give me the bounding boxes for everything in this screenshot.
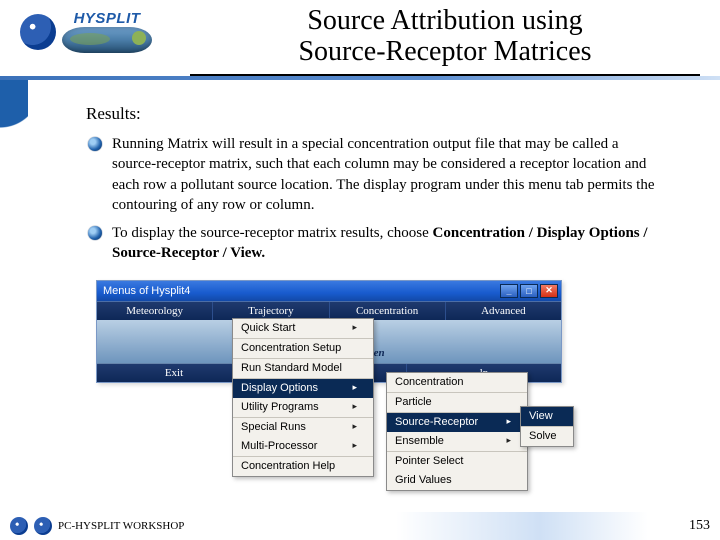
bullet-text-prefix: To display the source-receptor matrix re… bbox=[112, 225, 433, 241]
menu-meteorology[interactable]: Meteorology bbox=[97, 302, 213, 320]
maximize-button[interactable]: □ bbox=[520, 284, 538, 298]
conc-menu-concentration-help[interactable]: Concentration Help bbox=[233, 456, 373, 476]
noaa-logo-icon bbox=[20, 14, 56, 50]
menu-item-label: Special Runs bbox=[241, 421, 306, 433]
title-block: Source Attribution using Source-Receptor… bbox=[190, 4, 700, 76]
bullet-icon bbox=[88, 137, 102, 151]
menu-item-label: Solve bbox=[529, 430, 557, 442]
titlebar: Menus of Hysplit4 _ □ ✕ bbox=[97, 281, 561, 301]
header-blue-rule bbox=[0, 76, 720, 80]
menu-item-label: Run Standard Model bbox=[241, 362, 342, 374]
menu-item-label: Concentration Setup bbox=[241, 342, 341, 354]
menu-item-label: Concentration Help bbox=[241, 460, 335, 472]
menu-item-label: View bbox=[529, 410, 553, 422]
conc-menu-utility-programs[interactable]: Utility Programs ▸ bbox=[233, 398, 373, 417]
sr-menu-view[interactable]: View bbox=[521, 407, 573, 426]
page-number: 153 bbox=[689, 518, 710, 534]
window-controls: _ □ ✕ bbox=[500, 284, 561, 298]
conc-menu-display-options[interactable]: Display Options ▸ bbox=[233, 378, 373, 398]
menu-item-label: Utility Programs bbox=[241, 401, 319, 413]
content-area: Results: Running Matrix will result in a… bbox=[0, 80, 720, 383]
menu-advanced[interactable]: Advanced bbox=[446, 302, 561, 320]
bullet-text: Running Matrix will result in a special … bbox=[112, 134, 660, 215]
footer-logo-2-icon bbox=[34, 517, 52, 535]
page-title: Source Attribution using Source-Receptor… bbox=[190, 6, 700, 68]
display-menu-source-receptor[interactable]: Source-Receptor ▸ bbox=[387, 412, 527, 432]
menu-item-label: Particle bbox=[395, 396, 432, 408]
conc-menu-run-standard-model[interactable]: Run Standard Model bbox=[233, 358, 373, 378]
minimize-button[interactable]: _ bbox=[500, 284, 518, 298]
submenu-arrow-icon: ▸ bbox=[506, 435, 511, 446]
conc-menu-concentration-setup[interactable]: Concentration Setup bbox=[233, 338, 373, 358]
list-item: Running Matrix will result in a special … bbox=[88, 134, 660, 215]
screenshot-wrapper: Menus of Hysplit4 _ □ ✕ Meteorology Traj… bbox=[92, 280, 558, 383]
display-menu-concentration[interactable]: Concentration bbox=[387, 373, 527, 392]
display-menu-pointer-select[interactable]: Pointer Select bbox=[387, 451, 527, 471]
globe-icon bbox=[62, 27, 152, 53]
footer-text: PC-HYSPLIT WORKSHOP bbox=[58, 520, 184, 532]
bullet-text: To display the source-receptor matrix re… bbox=[112, 223, 660, 264]
conc-menu-special-runs[interactable]: Special Runs ▸ bbox=[233, 417, 373, 437]
slide-footer: PC-HYSPLIT WORKSHOP 153 bbox=[0, 512, 720, 540]
menu-item-label: Multi-Processor bbox=[241, 440, 317, 452]
title-line-1: Source Attribution using bbox=[307, 5, 582, 36]
submenu-arrow-icon: ▸ bbox=[352, 382, 357, 393]
submenu-display-options: ConcentrationParticleSource-Receptor▸Ens… bbox=[386, 372, 528, 491]
bullet-list: Running Matrix will result in a special … bbox=[88, 134, 660, 264]
dropdown-concentration: Quick Start ▸ Concentration Setup Run Stand… bbox=[232, 318, 374, 477]
submenu-source-receptor: View Solve bbox=[520, 406, 574, 447]
display-menu-grid-values[interactable]: Grid Values bbox=[387, 471, 527, 490]
menu-item-label: Grid Values bbox=[395, 474, 452, 486]
sr-menu-solve[interactable]: Solve bbox=[521, 426, 573, 446]
submenu-arrow-icon: ▸ bbox=[506, 416, 511, 427]
menu-item-label: Quick Start bbox=[241, 322, 295, 334]
display-menu-particle[interactable]: Particle bbox=[387, 392, 527, 412]
submenu-arrow-icon: ▸ bbox=[352, 322, 357, 333]
list-item: To display the source-receptor matrix re… bbox=[88, 223, 660, 264]
slide-header: HYSPLIT Source Attribution using Source-… bbox=[0, 0, 720, 80]
close-button[interactable]: ✕ bbox=[540, 284, 558, 298]
title-line-2: Source-Receptor Matrices bbox=[298, 36, 591, 67]
submenu-arrow-icon: ▸ bbox=[352, 421, 357, 432]
menu-item-label: Display Options bbox=[241, 382, 318, 394]
display-menu-ensemble[interactable]: Ensemble ▸ bbox=[387, 432, 527, 451]
bullet-icon bbox=[88, 226, 102, 240]
results-heading: Results: bbox=[86, 104, 660, 124]
footer-left: PC-HYSPLIT WORKSHOP bbox=[10, 517, 184, 535]
menu-item-label: Concentration bbox=[395, 376, 464, 388]
menu-item-label: Pointer Select bbox=[395, 455, 463, 467]
exit-button[interactable]: Exit bbox=[97, 364, 252, 382]
window-title: Menus of Hysplit4 bbox=[103, 285, 190, 297]
conc-menu-multi-processor[interactable]: Multi-Processor ▸ bbox=[233, 437, 373, 456]
submenu-arrow-icon: ▸ bbox=[352, 401, 357, 412]
submenu-arrow-icon: ▸ bbox=[352, 440, 357, 451]
menu-item-label: Source-Receptor bbox=[395, 416, 478, 428]
hysplit-logo: HYSPLIT bbox=[62, 10, 152, 53]
hysplit-label: HYSPLIT bbox=[74, 10, 141, 27]
logo-block: HYSPLIT bbox=[20, 4, 190, 53]
footer-logo-1-icon bbox=[10, 517, 28, 535]
conc-menu-quick-start[interactable]: Quick Start ▸ bbox=[233, 319, 373, 338]
menu-item-label: Ensemble bbox=[395, 435, 444, 447]
